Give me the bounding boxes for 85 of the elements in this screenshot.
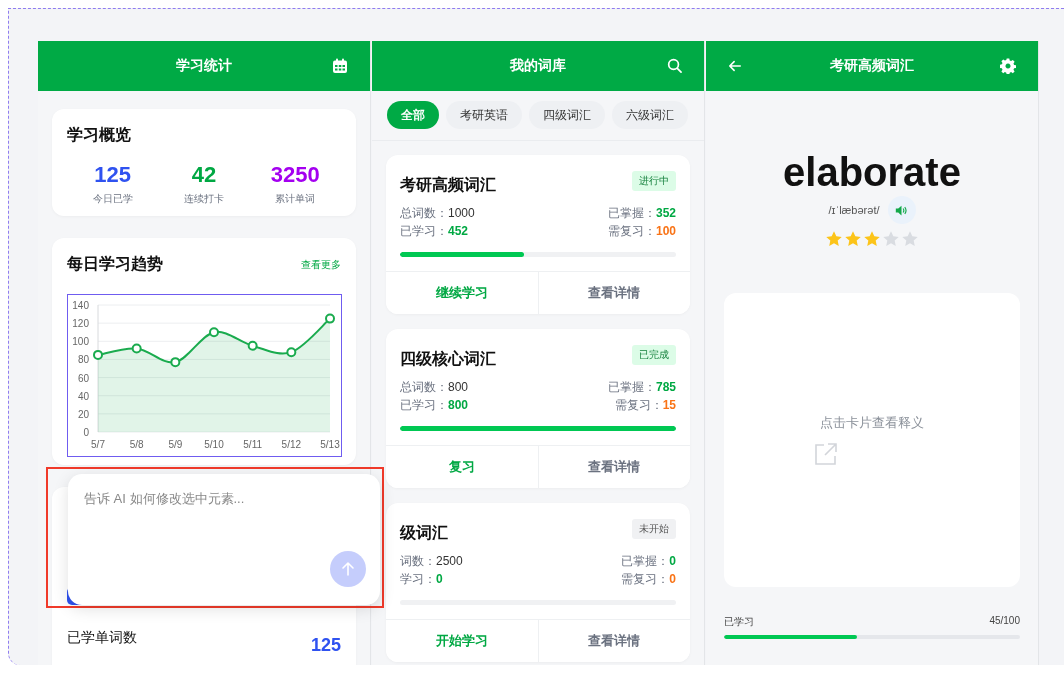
card-title: 学习概览 — [67, 125, 132, 145]
axis-label: 120 — [72, 318, 89, 330]
mastered-count: 已掌握：0 — [621, 553, 676, 570]
learned-count: 已学习：452 — [400, 223, 469, 240]
search-icon[interactable] — [667, 58, 682, 73]
filter-chip[interactable]: 四级词汇 — [529, 101, 605, 129]
panel-title: 学习统计 — [176, 57, 232, 75]
mastered-count: 已掌握：352 — [607, 205, 676, 222]
axis-label: 60 — [77, 372, 89, 384]
summary-title: 已学单词数 — [67, 629, 137, 647]
total-count: 总词数：800 — [400, 379, 469, 396]
wordbook-title: 四级核心词汇 — [400, 349, 496, 369]
star-icon — [882, 230, 900, 248]
progress-count: 45/100 — [989, 615, 1020, 628]
review-count: 需复习：100 — [607, 223, 676, 240]
axis-label: 0 — [83, 427, 89, 438]
flashcard-hint: 点击卡片查看释义 — [820, 414, 924, 432]
axis-label: 80 — [77, 354, 89, 366]
stat-value: 42 — [191, 162, 217, 188]
filter-chip[interactable]: 全部 — [387, 101, 439, 129]
status-badge: 已完成 — [632, 345, 676, 365]
review-count: 需复习：0 — [621, 571, 676, 588]
up-arrow-icon — [340, 561, 356, 577]
flashcard[interactable]: 点击卡片查看释义 — [724, 293, 1020, 587]
details-button[interactable]: 查看详情 — [537, 620, 690, 662]
wordbook-title: 级词汇 — [400, 523, 448, 543]
status-badge: 进行中 — [632, 171, 676, 191]
prompt-input[interactable]: 告诉 AI 如何修改选中元素... — [68, 474, 380, 544]
back-arrow-icon[interactable] — [728, 59, 742, 73]
axis-label: 5/9 — [168, 439, 183, 450]
details-button[interactable]: 查看详情 — [537, 272, 690, 314]
learned-count: 学习：0 — [400, 571, 443, 588]
star-icon — [825, 230, 843, 248]
card-title: 每日学习趋势 — [67, 254, 163, 274]
study-button[interactable]: 开始学习 — [386, 620, 538, 662]
external-link-icon — [814, 442, 838, 466]
status-badge: 未开始 — [632, 519, 676, 539]
learned-count: 已学习：800 — [400, 397, 469, 414]
view-more-link[interactable]: 查看更多 — [301, 257, 341, 272]
summary-value: 125 — [310, 635, 341, 656]
stat-label: 今日已学 — [92, 192, 133, 206]
axis-label: 100 — [72, 336, 89, 348]
vocabulary-word: elaborate — [782, 149, 962, 195]
axis-label: 20 — [77, 408, 89, 420]
data-point — [209, 327, 219, 338]
stat-label: 累计单词 — [275, 192, 316, 206]
axis-label: 5/12 — [281, 439, 302, 450]
star-icon — [844, 230, 862, 248]
axis-label: 40 — [77, 390, 89, 402]
stat-label: 连续打卡 — [184, 192, 224, 206]
star-icon — [863, 230, 881, 248]
data-point — [131, 343, 142, 354]
axis-label: 5/8 — [129, 439, 144, 450]
mastered-count: 已掌握：785 — [607, 379, 676, 396]
study-button[interactable]: 复习 — [386, 446, 538, 488]
data-point — [93, 349, 103, 360]
calendar-icon[interactable] — [332, 58, 348, 74]
progress-label: 已学习 — [724, 615, 754, 629]
study-button[interactable]: 继续学习 — [386, 272, 538, 314]
wordbook-title: 考研高频词汇 — [400, 175, 496, 195]
details-button[interactable]: 查看详情 — [537, 446, 690, 488]
star-icon — [901, 230, 919, 248]
review-count: 需复习：15 — [614, 397, 676, 414]
speaker-button[interactable] — [887, 196, 916, 224]
settings-icon[interactable] — [1000, 58, 1016, 74]
phonetic-text: /ɪˈlæbərət/ — [828, 204, 880, 216]
stat-value: 3250 — [270, 162, 320, 188]
axis-label: 5/13 — [320, 439, 340, 450]
stat-value: 125 — [94, 162, 131, 188]
filter-chip[interactable]: 考研英语 — [446, 101, 522, 129]
data-point — [325, 313, 335, 324]
total-count: 总词数：1000 — [400, 205, 475, 222]
total-count: 词数：2500 — [400, 553, 463, 570]
send-button[interactable] — [330, 551, 366, 587]
data-point — [247, 340, 258, 351]
filter-chip[interactable]: 六级词汇 — [612, 101, 688, 129]
axis-label: 5/7 — [91, 439, 105, 450]
axis-label: 5/11 — [243, 439, 263, 450]
panel-title: 考研高频词汇 — [830, 57, 914, 75]
axis-label: 5/10 — [204, 439, 224, 450]
speaker-icon — [895, 203, 908, 217]
panel-title: 我的词库 — [510, 57, 566, 75]
axis-label: 140 — [72, 300, 89, 311]
data-point — [170, 357, 181, 368]
data-point — [286, 347, 297, 358]
